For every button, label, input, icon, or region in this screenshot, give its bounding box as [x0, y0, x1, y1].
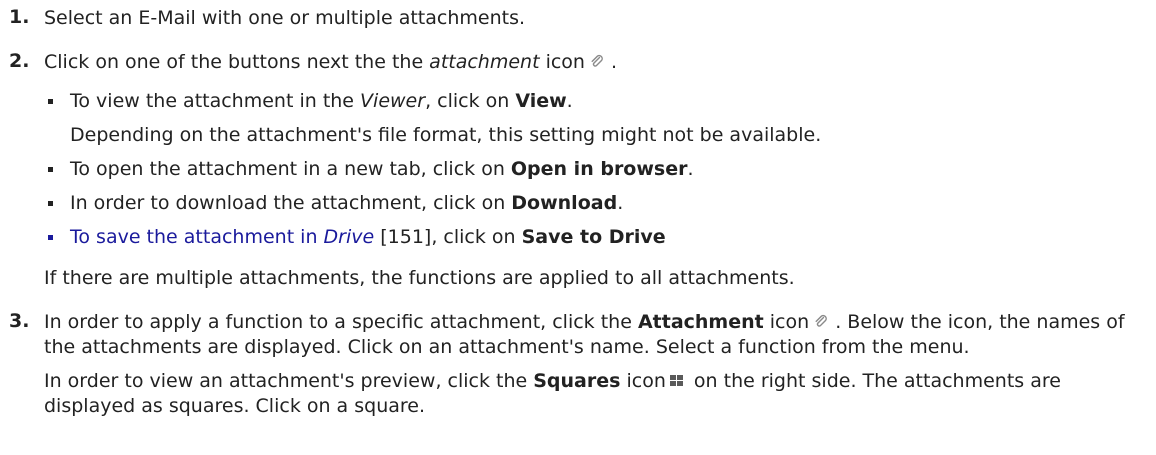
step-number: 2. — [9, 50, 30, 72]
list-item-note: Depending on the attachment's file forma… — [70, 124, 822, 146]
list-item: To save the attachment in Drive [151], c… — [44, 225, 1139, 250]
step-2-text: Click on one of the buttons next the the… — [44, 51, 618, 73]
list-item: In order to download the attachment, cli… — [44, 191, 1139, 216]
bullet — [48, 167, 53, 172]
list-item: To view the attachment in the Viewer, cl… — [44, 89, 1139, 148]
step-1-text: Select an E-Mail with one or multiple at… — [44, 7, 526, 29]
drive-link[interactable]: To save the attachment in Drive — [70, 226, 374, 248]
bullet — [48, 99, 53, 104]
step-2-after-note: If there are multiple attachments, the f… — [44, 267, 795, 289]
step-1: 1. Select an E-Mail with one or multiple… — [0, 6, 525, 31]
step-number: 1. — [9, 6, 30, 28]
step-2: 2. Click on one of the buttons next the … — [0, 50, 617, 75]
step-2-options: To view the attachment in the Viewer, cl… — [29, 89, 1139, 250]
step-3: 3. In order to apply a function to a spe… — [0, 310, 1156, 419]
list-item: To open the attachment in a new tab, cli… — [44, 157, 1139, 182]
squares-icon — [669, 369, 684, 386]
paperclip-icon — [813, 312, 829, 328]
paperclip-icon — [589, 52, 605, 68]
step-3-paragraph-2: In order to view an attachment's preview… — [44, 369, 1061, 417]
bullet — [48, 201, 53, 206]
step-number: 3. — [9, 310, 30, 332]
bullet — [48, 235, 53, 240]
step-3-paragraph-1: In order to apply a function to a specif… — [44, 311, 1125, 358]
